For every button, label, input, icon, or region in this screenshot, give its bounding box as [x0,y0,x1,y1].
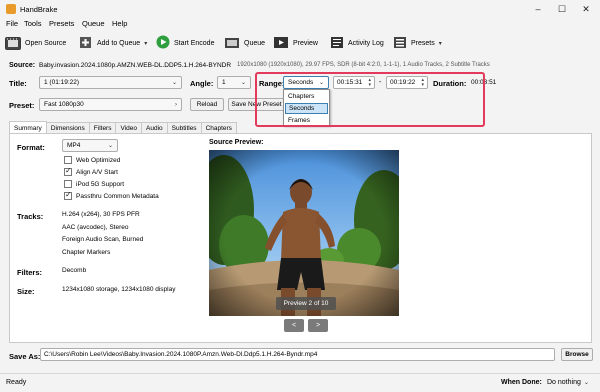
chevron-down-icon: ⌄ [171,80,177,86]
source-preview-label: Source Preview: [209,139,264,146]
save-as-path-input[interactable]: C:\Users\Robin Lee\Videos\Baby.Invasion.… [40,348,555,361]
option-label: Align A/V Start [76,168,118,176]
when-done-value: Do nothing [547,379,581,386]
chevron-down-icon: ▾ [438,40,442,47]
when-done-label: When Done: [501,379,542,386]
start-encode-label: Start Encode [174,39,215,47]
source-details: 1920x1080 (1920x1080), 29.97 FPS, SDR (8… [237,62,490,68]
preview-counter-badge: Preview 2 of 10 [276,297,336,310]
preview-icon [273,36,289,51]
menu-file[interactable]: File [6,19,18,28]
menu-help[interactable]: Help [112,19,127,28]
close-icon[interactable]: ✕ [579,3,593,15]
minimize-icon[interactable]: – [531,3,545,15]
format-select[interactable]: MP4 ⌄ [62,139,118,152]
previous-preview-button[interactable]: < [284,319,304,332]
open-source-button[interactable]: Open Source [5,34,66,52]
chevron-down-icon: ⌄ [107,143,113,149]
queue-icon [224,36,240,51]
handbrake-window: HandBrake – ☐ ✕ File Tools Presets Queue… [0,0,600,392]
track-item: AAC (avcodec), Stereo [62,223,129,231]
size-label: Size: [17,287,35,296]
presets-button[interactable]: Presets ▾ [393,34,442,52]
title-bar [0,0,600,18]
add-to-queue-label: Add to Queue [97,39,141,47]
angle-label: Angle: [190,79,214,88]
track-item: Foreign Audio Scan, Burned [62,236,144,243]
angle-select[interactable]: 1 ⌄ [217,76,251,89]
source-preview-image [209,150,399,316]
presets-label: Presets [411,39,435,47]
track-item: Chapter Markers [62,248,111,256]
format-select-value: MP4 [67,142,81,149]
window-title: HandBrake [20,5,58,14]
preset-select-value: Fast 1080p30 [44,101,84,108]
menu-presets[interactable]: Presets [49,19,74,28]
option-align-av-start[interactable]: Align A/V Start [64,166,118,177]
queue-button[interactable]: Queue [224,34,265,52]
add-queue-icon [79,36,93,51]
menu-queue[interactable]: Queue [82,19,105,28]
chevron-down-icon: ⌄ [240,80,246,86]
option-passthru-metadata[interactable]: Passthru Common Metadata [64,190,159,201]
option-label: Web Optimized [76,156,121,164]
checkbox[interactable] [64,180,72,188]
preview-label: Preview [293,39,318,47]
track-item: H.264 (x264), 30 FPS PFR [62,211,140,218]
open-source-label: Open Source [25,39,67,47]
checkbox[interactable] [64,156,72,164]
menu-tools[interactable]: Tools [24,19,42,28]
annotation-highlight-box [255,72,485,127]
tracks-label: Tracks: [17,212,44,221]
activity-log-icon [330,36,344,51]
source-name: Baby.invasion.2024.1080p.AMZN.WEB-DL.DDP… [39,62,232,69]
title-select[interactable]: 1 (01:19:22) ⌄ [39,76,182,89]
chevron-right-icon: › [175,101,177,108]
play-icon [156,35,170,51]
status-text: Ready [6,379,27,386]
option-label: iPod 5G Support [76,180,125,188]
add-to-queue-button[interactable]: Add to Queue ▾ [79,34,147,52]
preset-select[interactable]: Fast 1080p30 › [39,98,182,111]
angle-select-value: 1 [222,79,226,86]
chevron-down-icon: ▾ [144,40,148,47]
option-web-optimized[interactable]: Web Optimized [64,155,120,165]
when-done-select[interactable]: Do nothing ⌄ [547,379,589,386]
checkbox-checked[interactable] [64,166,72,176]
presets-icon [393,36,407,51]
source-label: Source: [9,62,36,69]
handbrake-logo-icon [6,4,16,14]
start-encode-button[interactable]: Start Encode [156,34,214,52]
next-preview-button[interactable]: > [308,319,328,332]
format-label: Format: [17,143,45,152]
browse-button[interactable]: Browse [561,348,593,361]
save-as-label: Save As: [9,352,41,361]
size-value: 1234x1080 storage, 1234x1080 display [62,286,176,293]
title-label: Title: [9,79,27,88]
tracks-list: H.264 (x264), 30 FPS PFR AAC (avcodec), … [62,209,143,259]
queue-label: Queue [244,39,266,47]
activity-log-label: Activity Log [348,39,384,47]
option-label: Passthru Common Metadata [76,192,159,200]
filters-label: Filters: [17,268,43,277]
title-select-value: 1 (01:19:22) [44,79,80,86]
activity-log-button[interactable]: Activity Log [330,34,384,52]
reload-button[interactable]: Reload [190,98,224,111]
checkbox-checked[interactable] [64,190,72,200]
preview-button[interactable]: Preview [273,34,318,52]
preset-label: Preset: [9,101,35,110]
option-ipod-5g-support[interactable]: iPod 5G Support [64,179,124,189]
chevron-down-icon: ⌄ [583,380,589,386]
maximize-icon[interactable]: ☐ [555,3,569,15]
filters-value: Decomb [62,267,87,274]
film-icon [5,36,21,50]
